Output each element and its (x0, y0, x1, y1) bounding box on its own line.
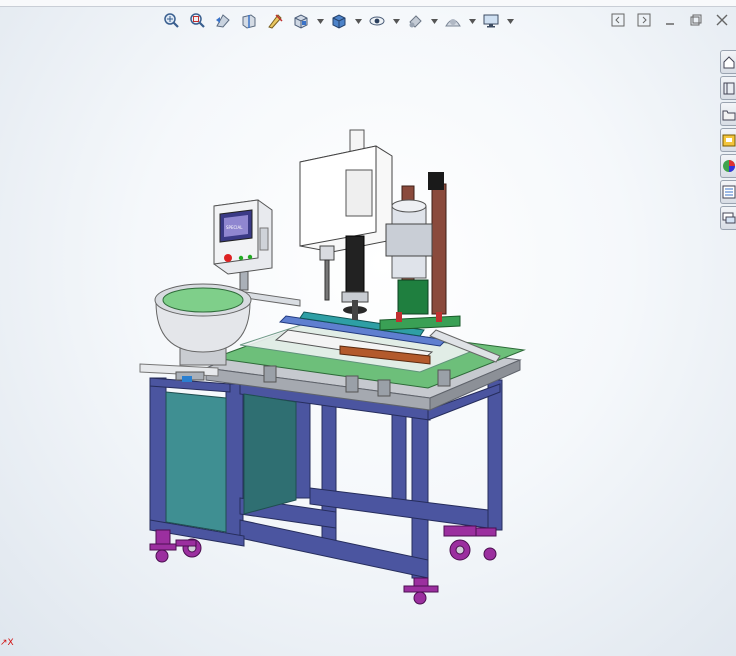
press-spindle (299, 129, 393, 320)
hmi-screen-text: SPECIAL (226, 225, 243, 230)
hmi-control-box: SPECIAL (213, 199, 273, 291)
reference-triad-label: ↗X (0, 638, 14, 648)
assembly-model-viewport[interactable]: SPECIAL (0, 0, 736, 656)
